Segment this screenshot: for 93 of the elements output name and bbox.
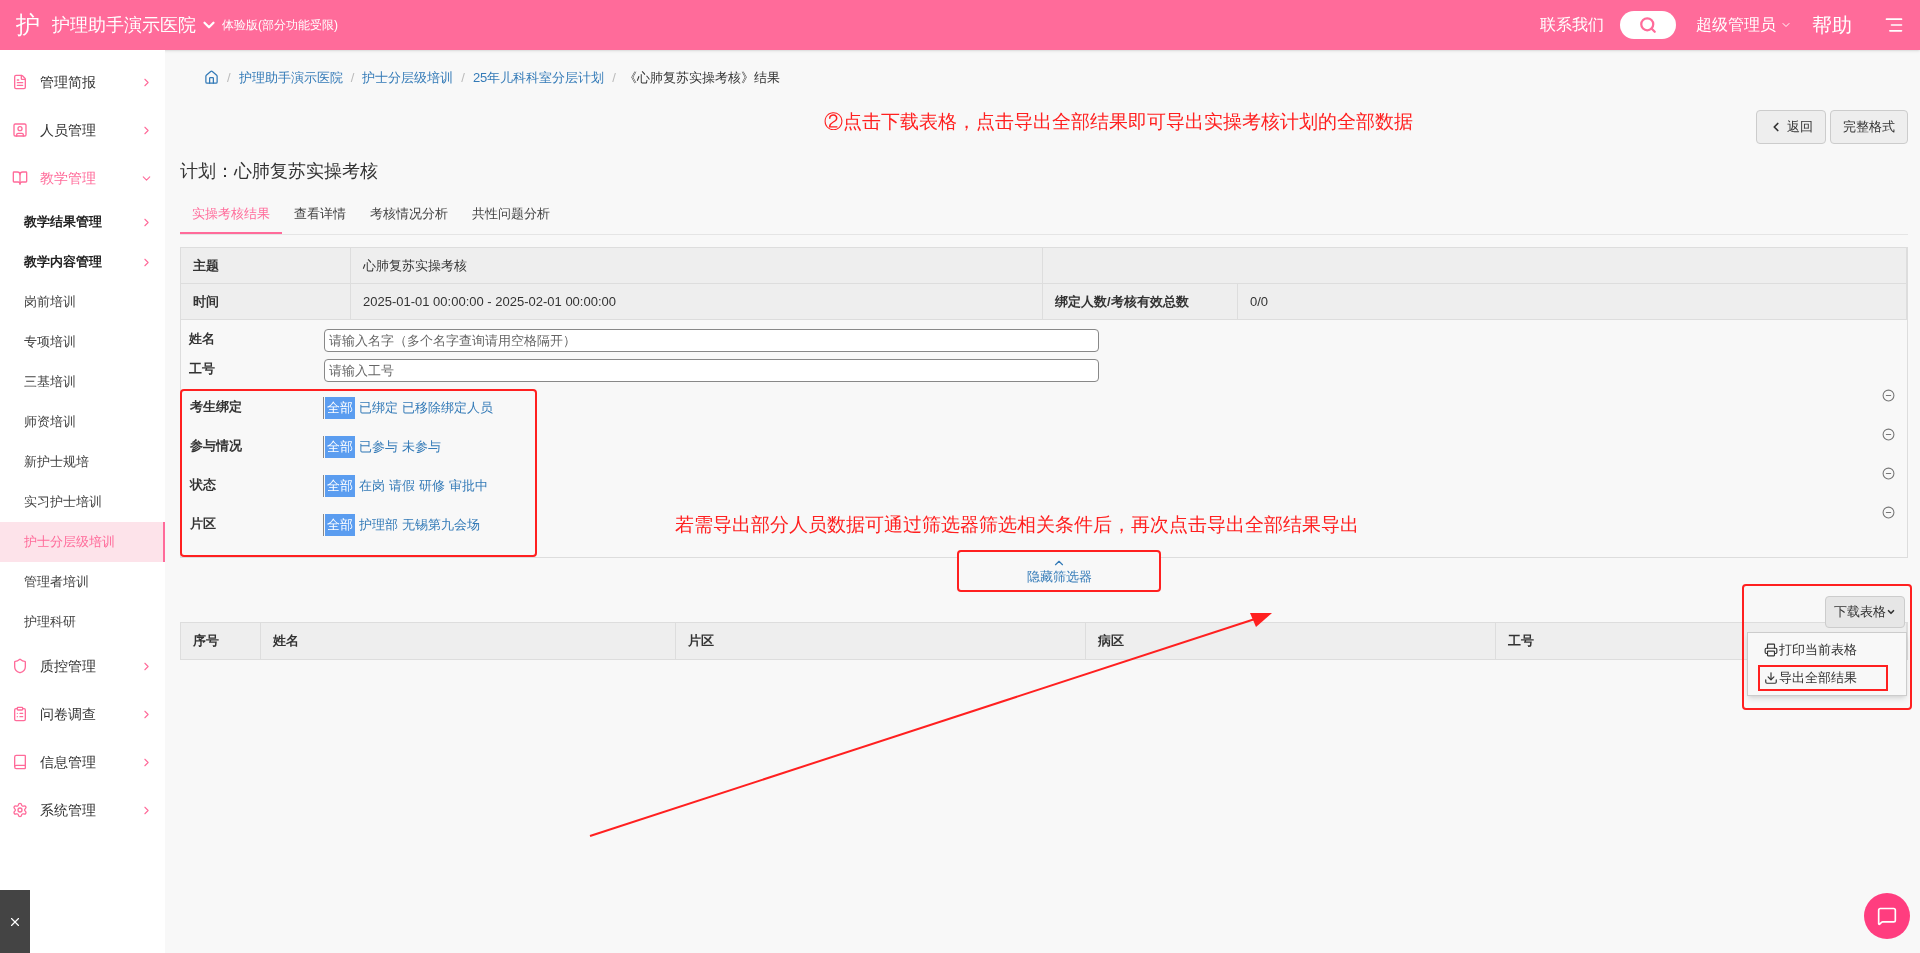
edition-label: 体验版(部分功能受限) [222,17,338,34]
chat-icon [1877,906,1897,926]
chat-button[interactable] [1864,893,1910,939]
filter-option[interactable]: 审批中 [449,476,488,496]
sidebar-section[interactable]: 问卷调查 [0,690,165,738]
sidebar-label: 系统管理 [40,800,97,820]
filter-label: 考生绑定 [190,398,243,416]
hospital-name: 护理助手演示医院 [52,13,196,37]
person-card-icon [12,122,28,138]
clipboard-icon [12,706,28,722]
filter-label: 参与情况 [190,437,243,455]
breadcrumb-link[interactable]: 25年儿科科室分层计划 [472,68,605,88]
filter-option[interactable]: 护理部 [359,515,398,535]
download-table-button[interactable]: 下载表格 [1825,596,1905,628]
sidebar-label: 问卷调查 [40,704,97,724]
sidebar-item[interactable]: 新护士规培 [0,442,165,482]
sidebar-section[interactable]: 管理简报 [0,58,165,106]
sidebar-label: 人员管理 [40,120,97,140]
book-icon [12,754,28,770]
field-label: 姓名 [189,330,216,348]
tab[interactable]: 考核情况分析 [358,194,460,234]
table-cell: 主题 [181,248,351,284]
download-icon [1764,671,1778,685]
caret-icon [1886,607,1896,617]
sidebar-item[interactable]: 专项培训 [0,322,165,362]
sidebar-item[interactable]: 三基培训 [0,362,165,402]
sidebar-section[interactable]: 信息管理 [0,738,165,786]
filter-option[interactable]: 在岗 [359,476,385,496]
filter-option[interactable]: 已参与 [359,437,398,457]
home-icon[interactable] [204,70,219,86]
breadcrumb-separator: / [612,69,616,87]
sidebar-item[interactable]: 教学结果管理 [0,202,165,242]
tab[interactable]: 查看详情 [282,194,358,234]
sidebar-item[interactable]: 护理科研 [0,602,165,642]
filter-option[interactable]: 研修 [419,476,445,496]
shield-icon [12,658,28,674]
column-header: 姓名 [261,623,676,659]
table-cell: 时间 [181,284,351,320]
sidebar-label: 教学管理 [40,168,97,188]
tab[interactable]: 共性问题分析 [460,194,562,234]
sidebar-item[interactable]: 管理者培训 [0,562,165,602]
table-cell: 0/0 [1238,284,1907,320]
collapse-icon[interactable] [1882,389,1895,402]
collapse-icon[interactable] [1882,506,1895,519]
filter-option[interactable]: 未参与 [402,437,441,457]
column-header: 片区 [676,623,1086,659]
table-cell: 绑定人数/考核有效总数 [1043,284,1238,320]
document-icon [12,74,28,90]
sidebar-section[interactable]: 人员管理 [0,106,165,154]
annotation-text: ②点击下载表格，点击导出全部结果即可导出实操考核计划的全部数据 [823,109,1413,134]
sidebar-section[interactable]: 质控管理 [0,642,165,690]
column-header: 序号 [181,623,261,659]
sidebar-item[interactable]: 教学内容管理 [0,242,165,282]
breadcrumb-link[interactable]: 护理助手演示医院 [238,68,343,88]
table-cell: 2025-01-01 00:00:00 - 2025-02-01 00:00:00 [351,284,1043,320]
breadcrumb-separator: / [461,69,465,87]
close-tab[interactable] [0,890,30,953]
plan-title: 计划：心肺复苏实操考核 [180,159,379,183]
menu-item[interactable]: 导出全部结果 [1758,665,1888,691]
input-field[interactable]: 请输入名字（多个名字查询请用空格隔开） [324,329,1099,352]
field-label: 工号 [189,360,216,378]
input-field[interactable]: 请输入工号 [324,359,1099,382]
search-button[interactable] [1620,11,1676,39]
sidebar-label: 质控管理 [40,656,97,676]
filter-option[interactable]: 请假 [389,476,415,496]
logo: 护 [16,10,40,40]
breadcrumb-link[interactable]: 护士分层级培训 [362,68,454,88]
breadcrumb-separator: / [227,69,231,87]
collapse-icon[interactable] [1882,428,1895,441]
settings-icon [12,802,28,818]
sidebar-label: 管理简报 [40,72,97,92]
breadcrumb-separator: / [350,69,355,87]
full-format-button[interactable]: 完整格式 [1830,109,1908,144]
filter-option[interactable]: 已绑定 [359,398,398,418]
collapse-icon[interactable] [1882,467,1895,480]
search-icon [1639,16,1657,34]
printer-icon [1764,643,1778,657]
hide-filter-button[interactable]: 隐藏筛选器 [957,550,1161,592]
sidebar-label: 信息管理 [40,752,97,772]
book-icon [12,170,28,186]
filter-option[interactable]: 已移除绑定人员 [402,398,493,418]
filter-option[interactable]: 无锡第九会场 [402,515,480,535]
sidebar-item[interactable]: 实习护士培训 [0,482,165,522]
back-button[interactable]: 返回 [1756,109,1826,144]
annotation-text: 若需导出部分人员数据可通过筛选器筛选相关条件后，再次点击导出全部结果导出 [675,514,1359,535]
table-cell: 心肺复苏实操考核 [351,248,1043,284]
filter-label: 片区 [190,515,217,533]
sidebar-item[interactable]: 师资培训 [0,402,165,442]
menu-icon[interactable] [1884,15,1904,35]
sidebar-section[interactable]: 系统管理 [0,786,165,834]
sidebar-item[interactable]: 岗前培训 [0,282,165,322]
filter-label: 状态 [190,476,217,494]
menu-item[interactable]: 打印当前表格 [1748,637,1906,663]
